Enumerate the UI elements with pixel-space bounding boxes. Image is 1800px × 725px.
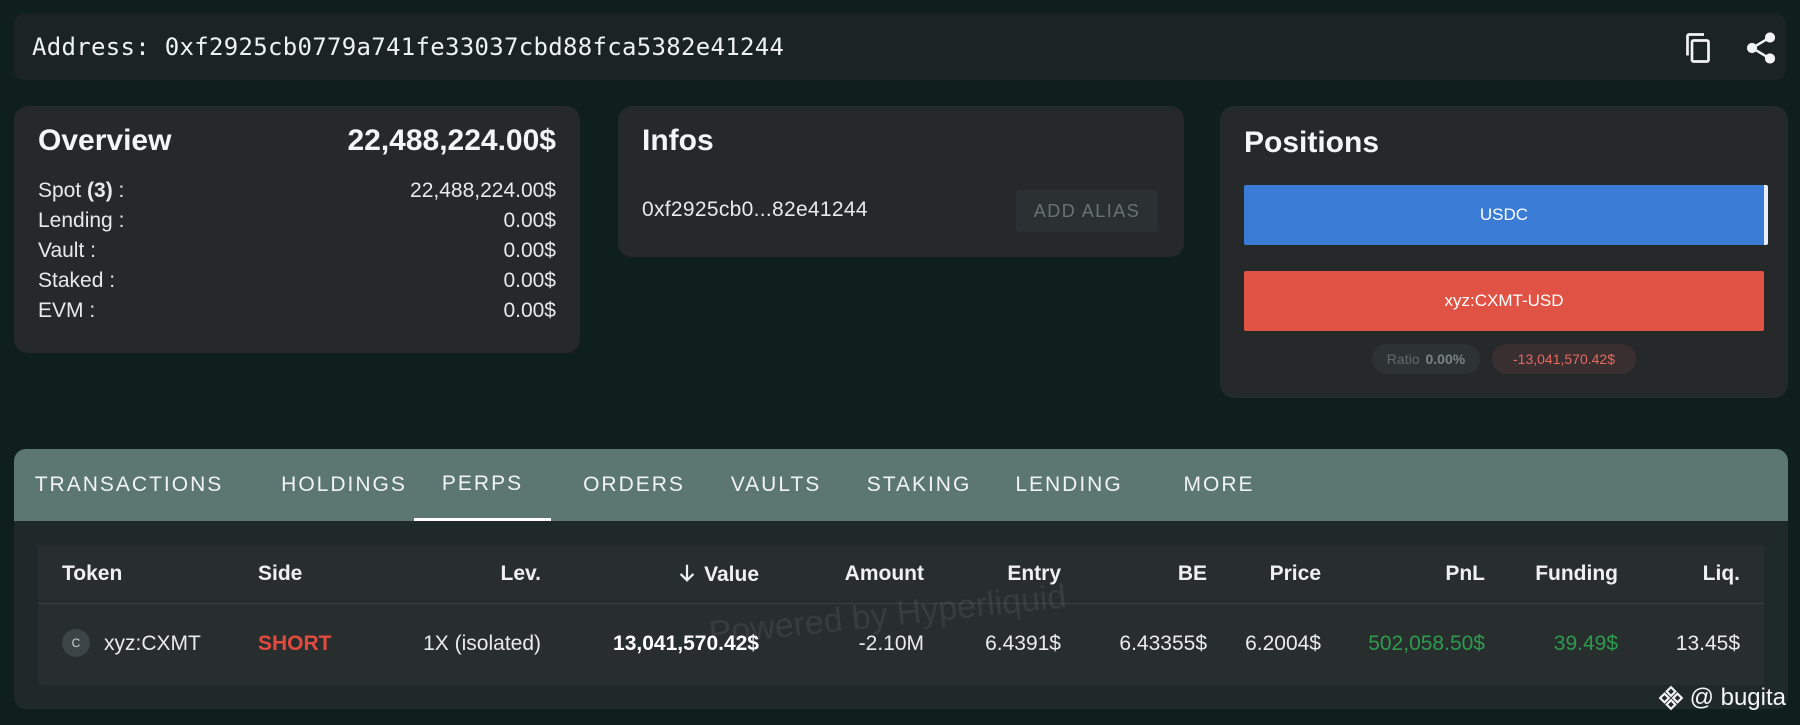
ratio-value: 0.00% (1425, 351, 1466, 367)
positions-card: Positions USDC xyz:CXMT-USD Ratio 0.00% -… (1220, 106, 1788, 398)
staked-value: 0.00$ (503, 269, 556, 292)
col-token[interactable]: Token (62, 562, 122, 586)
token-avatar: C (62, 629, 90, 657)
cell-entry: 6.4391$ (985, 632, 1061, 655)
vault-value: 0.00$ (503, 239, 556, 262)
overview-row-lending: Lending : 0.00$ (38, 209, 556, 237)
short-address: 0xf2925cb0...82e41244 (642, 198, 868, 221)
col-amount[interactable]: Amount (845, 562, 924, 586)
spot-value: 22,488,224.00$ (410, 179, 556, 202)
cell-funding: 39.49$ (1553, 632, 1618, 655)
ratio-badge: Ratio 0.00% (1372, 344, 1480, 374)
col-price[interactable]: Price (1270, 562, 1321, 586)
col-funding[interactable]: Funding (1535, 562, 1618, 586)
tab-orders[interactable]: ORDERS (567, 449, 701, 521)
cell-be: 6.43355$ (1119, 632, 1207, 655)
overview-row-vault: Vault : 0.00$ (38, 239, 556, 267)
col-entry[interactable]: Entry (1007, 562, 1061, 586)
overview-row-staked: Staked : 0.00$ (38, 269, 556, 297)
tab-lending[interactable]: LENDING (999, 449, 1139, 521)
spot-label: Spot (38, 179, 88, 202)
col-side[interactable]: Side (258, 562, 302, 586)
net-value-badge: -13,041,570.42$ (1492, 344, 1636, 374)
cell-token[interactable]: xyz:CXMT (104, 632, 201, 656)
cell-side: SHORT (258, 632, 332, 655)
position-bar-cxmt[interactable]: xyz:CXMT-USD (1244, 271, 1764, 331)
infos-card: Infos 0xf2925cb0...82e41244 ADD ALIAS (618, 106, 1184, 257)
cell-value: 13,041,570.42$ (613, 632, 759, 655)
infos-title: Infos (642, 124, 714, 157)
col-pnl[interactable]: PnL (1445, 562, 1485, 586)
position-bar-usdc[interactable]: USDC (1244, 185, 1768, 245)
tab-transactions[interactable]: TRANSACTIONS (26, 449, 232, 521)
tab-bar: TRANSACTIONS HOLDINGS PERPS ORDERS VAULT… (14, 449, 1788, 521)
tab-staking[interactable]: STAKING (849, 449, 989, 521)
positions-title: Positions (1244, 126, 1380, 159)
cell-liq: 13.45$ (1675, 632, 1740, 655)
tab-vaults[interactable]: VAULTS (716, 449, 836, 521)
credit: @ bugita (1658, 684, 1786, 712)
credit-handle: @ bugita (1689, 684, 1786, 711)
overview-total: 22,488,224.00$ (347, 124, 556, 157)
add-alias-button[interactable]: ADD ALIAS (1016, 190, 1158, 232)
lending-value: 0.00$ (503, 209, 556, 232)
tab-more[interactable]: MORE (1159, 449, 1279, 521)
col-liq[interactable]: Liq. (1703, 562, 1740, 586)
evm-value: 0.00$ (503, 299, 556, 322)
cell-price: 6.2004$ (1245, 632, 1321, 655)
overview-title: Overview (38, 124, 172, 157)
lending-label: Lending : (38, 209, 125, 232)
share-icon[interactable] (1743, 30, 1779, 66)
copy-icon[interactable] (1680, 30, 1716, 66)
address-bar: Address: 0xf2925cb0779a741fe33037cbd88fc… (14, 14, 1786, 80)
perps-table: Token Side Lev. Value Amount Entry BE Pr… (38, 545, 1764, 685)
vault-label: Vault : (38, 239, 96, 262)
wallet-address: Address: 0xf2925cb0779a741fe33037cbd88fc… (32, 33, 785, 61)
arrow-down-icon (679, 564, 695, 582)
tab-holdings[interactable]: HOLDINGS (262, 449, 426, 521)
cell-lev: 1X (isolated) (423, 632, 541, 655)
overview-card: Overview 22,488,224.00$ Spot (3) : 22,48… (14, 106, 580, 353)
overview-row-spot: Spot (3) : 22,488,224.00$ (38, 179, 556, 202)
cell-pnl: 502,058.50$ (1368, 632, 1485, 655)
col-be[interactable]: BE (1178, 562, 1207, 586)
table-header: Token Side Lev. Value Amount Entry BE Pr… (38, 545, 1764, 604)
diamond-logo-icon (1658, 685, 1683, 711)
spot-count: (3) (87, 179, 113, 202)
col-lev[interactable]: Lev. (501, 562, 541, 586)
tab-perps[interactable]: PERPS (414, 449, 551, 521)
cell-amount: -2.10M (858, 632, 924, 655)
col-value[interactable]: Value (676, 562, 759, 587)
ratio-label: Ratio (1386, 351, 1420, 367)
activity-panel: TRANSACTIONS HOLDINGS PERPS ORDERS VAULT… (14, 449, 1788, 709)
evm-label: EVM : (38, 299, 96, 322)
staked-label: Staked : (38, 269, 116, 292)
overview-row-evm: EVM : 0.00$ (38, 299, 556, 327)
